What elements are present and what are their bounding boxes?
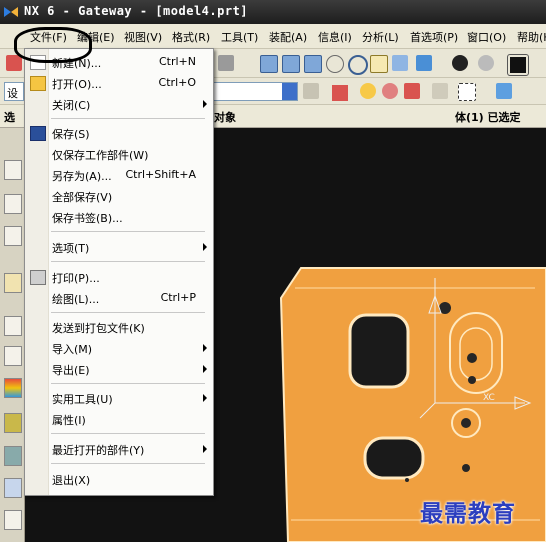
menu-item-properties[interactable]: 属性(I) xyxy=(52,412,86,428)
visualization-icon[interactable] xyxy=(4,378,22,398)
watermark: 最需教育 xyxy=(420,500,516,527)
snap-point-icon[interactable] xyxy=(330,83,350,103)
body-select-icon[interactable] xyxy=(496,83,512,99)
menu-item-save[interactable]: 保存(S) xyxy=(52,126,90,142)
submenu-arrow-icon xyxy=(203,344,207,352)
display-color-icon[interactable] xyxy=(507,54,529,76)
view-pan-icon[interactable] xyxy=(304,55,322,73)
menu-item-import[interactable]: 导入(M) xyxy=(52,341,92,357)
view-zoom-icon[interactable] xyxy=(282,55,300,73)
perspective-icon[interactable] xyxy=(392,55,408,71)
menu-separator xyxy=(51,231,205,232)
snap-arc-icon[interactable] xyxy=(360,83,376,99)
menu-item-close[interactable]: 关闭(C) xyxy=(52,97,90,113)
shortcut-save-as: Ctrl+Shift+A xyxy=(125,168,196,181)
menu-separator xyxy=(51,463,205,464)
layer-icon[interactable] xyxy=(218,55,234,71)
save-disk-icon xyxy=(30,126,46,141)
menu-item-save-all[interactable]: 全部保存(V) xyxy=(52,189,112,205)
highlight-circle xyxy=(14,27,92,63)
snap-end-icon[interactable] xyxy=(404,83,420,99)
magnify-icon[interactable] xyxy=(326,55,344,73)
part-navigator-icon[interactable] xyxy=(4,160,22,180)
filter-icon[interactable] xyxy=(303,83,319,99)
rectangle-select-icon[interactable] xyxy=(458,83,476,101)
menu-separator xyxy=(51,383,205,384)
open-folder-icon xyxy=(30,76,46,91)
menu-analysis[interactable]: 分析(L) xyxy=(362,29,399,45)
assembly-navigator-icon[interactable] xyxy=(4,194,22,214)
menu-format[interactable]: 格式(R) xyxy=(172,29,210,45)
menu-separator xyxy=(51,433,205,434)
submenu-arrow-icon xyxy=(203,365,207,373)
background-icon[interactable] xyxy=(478,55,494,71)
menu-separator xyxy=(51,118,205,119)
selection-filter-label: 对象 xyxy=(214,111,236,124)
menu-item-send-to-package[interactable]: 发送到打包文件(K) xyxy=(52,320,145,336)
menu-preferences[interactable]: 首选项(P) xyxy=(410,29,458,45)
submenu-arrow-icon xyxy=(203,243,207,251)
menu-item-print[interactable]: 打印(P)... xyxy=(52,270,100,286)
type-filter-dropdown[interactable]: 设 xyxy=(4,82,24,101)
history-icon[interactable] xyxy=(4,316,22,336)
menu-item-exit[interactable]: 退出(X) xyxy=(52,472,90,488)
shortcut-new: Ctrl+N xyxy=(158,55,196,68)
shortcut-plot: Ctrl+P xyxy=(160,291,196,304)
resource-bar xyxy=(0,128,25,542)
menu-item-options[interactable]: 选项(T) xyxy=(52,240,89,256)
submenu-arrow-icon xyxy=(203,394,207,402)
submenu-arrow-icon xyxy=(203,445,207,453)
submenu-arrow-icon xyxy=(203,100,207,108)
constraint-navigator-icon[interactable] xyxy=(4,226,22,246)
quick-pick-icon[interactable] xyxy=(432,83,448,99)
menu-view[interactable]: 视图(V) xyxy=(124,29,162,45)
menu-item-export[interactable]: 导出(E) xyxy=(52,362,90,378)
menu-item-open[interactable]: 打开(O)... xyxy=(52,76,102,92)
menu-info[interactable]: 信息(I) xyxy=(318,29,352,45)
selection-status: 体(1) 已选定 xyxy=(455,111,521,124)
menu-item-save-work-part[interactable]: 仅保存工作部件(W) xyxy=(52,147,148,163)
menu-assembly[interactable]: 装配(A) xyxy=(269,29,307,45)
snap-center-icon[interactable] xyxy=(382,83,398,99)
view-fit-icon[interactable] xyxy=(260,55,278,73)
menu-help[interactable]: 帮助(H) xyxy=(517,29,546,45)
nx-logo-icon xyxy=(4,7,18,17)
process-studio-icon[interactable] xyxy=(4,510,22,530)
menu-item-utilities[interactable]: 实用工具(U) xyxy=(52,391,113,407)
rotate-icon[interactable] xyxy=(348,55,368,75)
menu-item-plot[interactable]: 绘图(L)... xyxy=(52,291,99,307)
printer-icon xyxy=(30,270,46,285)
selection-prompt: 选 xyxy=(4,111,15,124)
system-materials-icon[interactable] xyxy=(4,346,22,366)
file-menu: 新建(N)... Ctrl+N 打开(O)... Ctrl+O 关闭(C) 保存… xyxy=(24,48,214,496)
reuse-library-icon[interactable] xyxy=(4,273,22,293)
window-title: NX 6 - Gateway - [model4.prt] xyxy=(24,4,249,18)
roles-icon[interactable] xyxy=(4,478,22,498)
shading-icon[interactable] xyxy=(452,55,468,71)
title-bar: NX 6 - Gateway - [model4.prt] xyxy=(0,0,546,24)
shortcut-open: Ctrl+O xyxy=(158,76,196,89)
palette-icon[interactable] xyxy=(4,446,22,466)
menu-separator xyxy=(51,312,205,313)
chevron-down-icon[interactable] xyxy=(282,83,297,100)
menu-window[interactable]: 窗口(O) xyxy=(467,29,506,45)
menu-item-save-as[interactable]: 另存为(A)... xyxy=(52,168,112,184)
menu-tools[interactable]: 工具(T) xyxy=(221,29,258,45)
web-browser-icon[interactable] xyxy=(4,413,22,433)
menu-item-recent-parts[interactable]: 最近打开的部件(Y) xyxy=(52,442,144,458)
render-style-icon[interactable] xyxy=(416,55,432,71)
menu-item-save-bookmark[interactable]: 保存书签(B)... xyxy=(52,210,123,226)
axis-xc-label: XC xyxy=(483,393,495,403)
orient-icon[interactable] xyxy=(370,55,388,73)
menu-separator xyxy=(51,261,205,262)
selection-scope-dropdown[interactable] xyxy=(212,82,298,101)
